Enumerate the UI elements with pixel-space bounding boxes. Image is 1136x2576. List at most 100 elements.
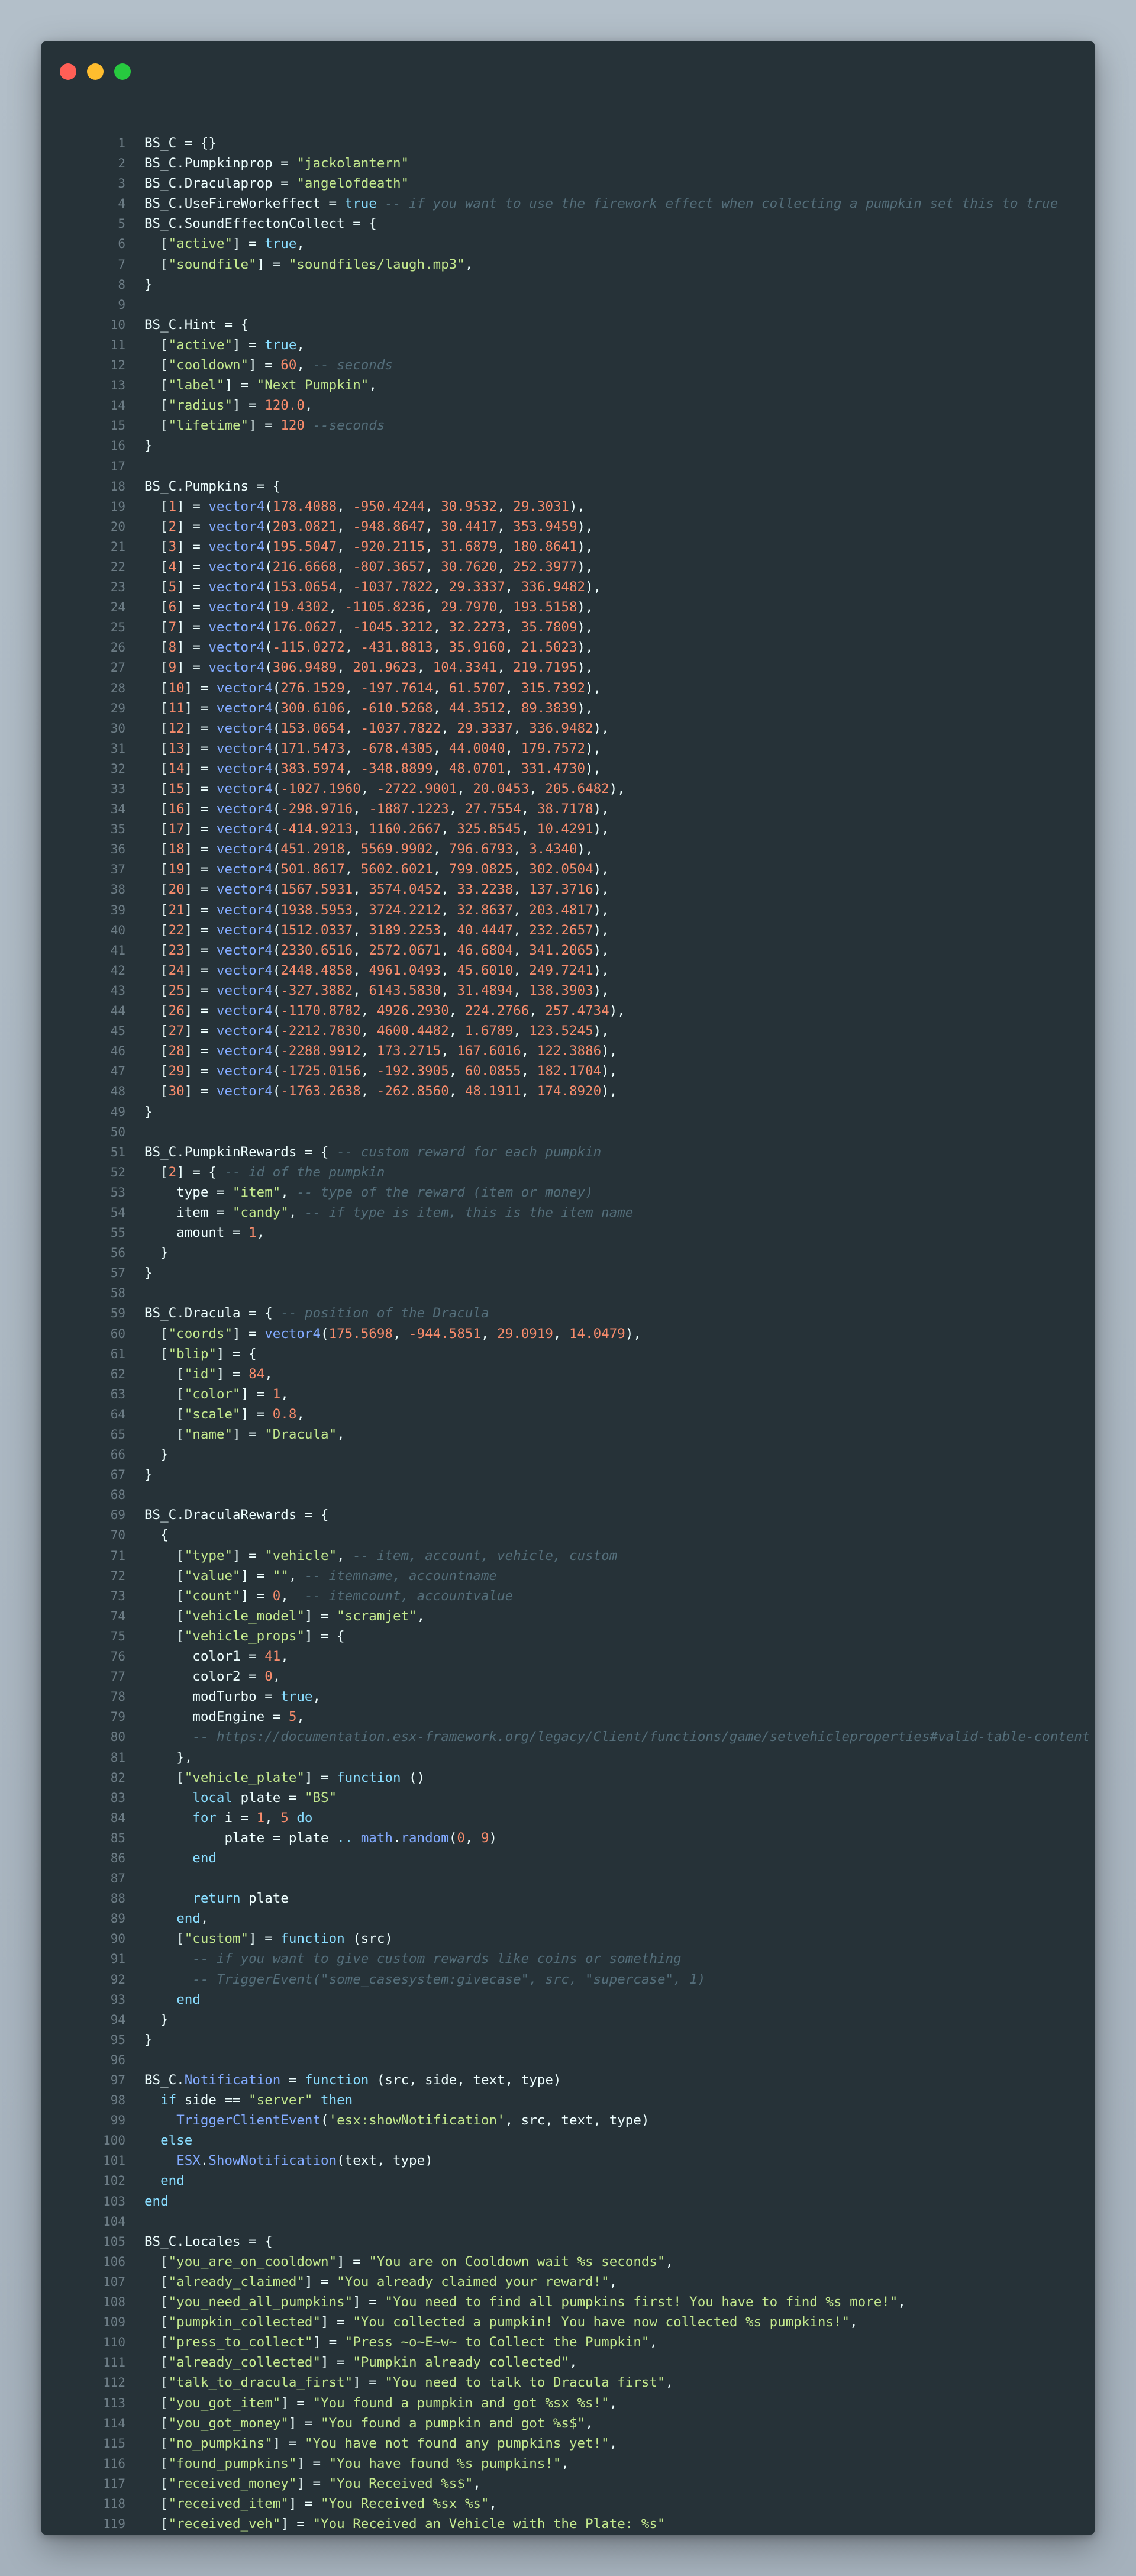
- line-number: 79: [110, 1710, 125, 1724]
- code-text: ["received_veh"] = "You Received an Vehi…: [144, 2516, 666, 2532]
- line-number: 29: [110, 701, 125, 715]
- code-text: -- if you want to give custom rewards li…: [192, 1951, 682, 1967]
- code-text: modTurbo = true,: [144, 1689, 321, 1705]
- code-line: 76 color1 = 41,: [83, 1646, 1095, 1666]
- line-number: 92: [110, 1972, 125, 1987]
- code-line: 73 ["count"] = 0, -- itemcount, accountv…: [83, 1586, 1095, 1606]
- line-number: 70: [110, 1528, 125, 1543]
- minimize-icon[interactable]: [87, 63, 104, 80]
- line-number: 90: [110, 1932, 125, 1946]
- code-line: 59 BS_C.Dracula = { -- position of the Dr…: [83, 1303, 1095, 1323]
- line-number: 112: [103, 2375, 125, 2390]
- close-icon[interactable]: [60, 63, 76, 80]
- code-line: 117 ["received_money"] = "You Received %…: [83, 2474, 1095, 2494]
- code-line: 63 ["color"] = 1,: [83, 1384, 1095, 1404]
- line-number: 57: [110, 1266, 125, 1281]
- code-text: [2] = vector4(203.0821, -948.8647, 30.44…: [144, 518, 593, 534]
- code-text: for i = 1, 5 do: [192, 1810, 313, 1826]
- line-number: 80: [110, 1730, 125, 1745]
- code-line: 42 [24] = vector4(2448.4858, 4961.0493, …: [83, 960, 1095, 981]
- code-text: item = "candy", -- if type is item, this…: [144, 1204, 634, 1220]
- code-line: 112 ["talk_to_dracula_first"] = "You nee…: [83, 2372, 1095, 2393]
- code-text: [26] = vector4(-1170.8782, 4926.2930, 22…: [144, 1003, 625, 1019]
- code-line: 109 ["pumpkin_collected"] = "You collect…: [83, 2312, 1095, 2332]
- line-number: 68: [110, 1488, 125, 1503]
- maximize-icon[interactable]: [114, 63, 131, 80]
- line-number: 104: [103, 2214, 125, 2229]
- line-number: 4: [118, 196, 125, 211]
- code-editor[interactable]: 1 BS_C = {} 2 BS_C.Pumpkinprop = "jackolant…: [83, 133, 1095, 2535]
- code-text: ["talk_to_dracula_first"] = "You need to…: [144, 2375, 674, 2391]
- line-number: 64: [110, 1407, 125, 1421]
- code-line: 19 [1] = vector4(178.4088, -950.4244, 30…: [83, 496, 1095, 517]
- line-number: 40: [110, 923, 125, 937]
- line-number: 32: [110, 761, 125, 776]
- code-text: end,: [176, 1911, 209, 1927]
- line-number: 117: [103, 2476, 125, 2491]
- line-number: 81: [110, 1750, 125, 1765]
- code-line: 18 BS_C.Pumpkins = {: [83, 476, 1095, 496]
- line-number: 43: [110, 983, 125, 998]
- code-text: ["cooldown"] = 60, -- seconds: [144, 357, 393, 373]
- code-line: 77 color2 = 0,: [83, 1666, 1095, 1687]
- code-text: ["pumpkin_collected"] = "You collected a…: [144, 2314, 858, 2330]
- line-number: 27: [110, 660, 125, 675]
- line-number: 49: [110, 1104, 125, 1119]
- code-line: 92 -- TriggerEvent("some_casesystem:give…: [83, 1969, 1095, 1990]
- line-number: 60: [110, 1326, 125, 1341]
- code-text: ["no_pumpkins"] = "You have not found an…: [144, 2435, 618, 2451]
- line-number: 34: [110, 802, 125, 817]
- code-text: BS_C.Pumpkins = {: [144, 478, 281, 494]
- line-number: 22: [110, 559, 125, 574]
- code-line: 116 ["found_pumpkins"] = "You have found…: [83, 2454, 1095, 2474]
- code-text: [23] = vector4(2330.6516, 2572.0671, 46.…: [144, 942, 609, 958]
- code-line: 97 BS_C.Notification = function (src, sid…: [83, 2070, 1095, 2090]
- code-line: 68: [83, 1485, 1095, 1505]
- code-line: 29 [11] = vector4(300.6106, -610.5268, 4…: [83, 698, 1095, 718]
- code-line: 66 }: [83, 1445, 1095, 1465]
- code-text: }: [144, 1104, 153, 1120]
- code-text: }: [144, 438, 153, 454]
- code-line: 118 ["received_item"] = "You Received %s…: [83, 2494, 1095, 2514]
- code-line: 14 ["radius"] = 120.0,: [83, 395, 1095, 415]
- line-number: 18: [110, 479, 125, 494]
- line-number: 5: [118, 217, 125, 231]
- code-text: [7] = vector4(176.0627, -1045.3212, 32.2…: [144, 620, 593, 636]
- line-number: 59: [110, 1306, 125, 1321]
- line-number: 71: [110, 1548, 125, 1563]
- line-number: 109: [103, 2315, 125, 2330]
- line-number: 41: [110, 943, 125, 957]
- code-line: 8}: [83, 275, 1095, 295]
- code-line: 16}: [83, 436, 1095, 456]
- code-text: [19] = vector4(501.8617, 5602.6021, 799.…: [144, 862, 609, 878]
- code-line: 56 }: [83, 1243, 1095, 1263]
- line-number: 115: [103, 2436, 125, 2451]
- code-line: 32 [14] = vector4(383.5974, -348.8899, 4…: [83, 759, 1095, 779]
- code-line: 54 item = "candy", -- if type is item, t…: [83, 1202, 1095, 1223]
- code-line: 94 }: [83, 2010, 1095, 2030]
- line-number: 11: [110, 337, 125, 352]
- line-number: 54: [110, 1205, 125, 1220]
- line-number: 65: [110, 1427, 125, 1442]
- code-line: 51 BS_C.PumpkinRewards = { -- custom rewa…: [83, 1142, 1095, 1162]
- code-line: 44 [26] = vector4(-1170.8782, 4926.2930,…: [83, 1001, 1095, 1021]
- code-text: }: [144, 2534, 153, 2535]
- code-line: 101 ESX.ShowNotification(text, type): [83, 2151, 1095, 2171]
- code-line: 41 [23] = vector4(2330.6516, 2572.0671, …: [83, 940, 1095, 960]
- code-line: 36 [18] = vector4(451.2918, 5569.9902, 7…: [83, 839, 1095, 859]
- code-line: 69 BS_C.DraculaRewards = {: [83, 1505, 1095, 1525]
- code-line: 105 BS_C.Locales = {: [83, 2232, 1095, 2252]
- code-text: BS_C.DraculaRewards = {: [144, 1507, 329, 1523]
- line-number: 106: [103, 2254, 125, 2269]
- code-text: modEngine = 5,: [144, 1709, 305, 1725]
- line-number: 93: [110, 1992, 125, 2007]
- code-line: 98 if side == "server" then: [83, 2090, 1095, 2110]
- line-number: 72: [110, 1568, 125, 1583]
- line-number: 9: [118, 297, 125, 312]
- line-number: 83: [110, 1790, 125, 1805]
- code-line: 12 ["cooldown"] = 60, -- seconds: [83, 355, 1095, 375]
- code-line: 57}: [83, 1263, 1095, 1283]
- code-text: [1] = vector4(178.4088, -950.4244, 30.95…: [144, 498, 586, 514]
- code-text: [3] = vector4(195.5047, -920.2115, 31.68…: [144, 539, 593, 554]
- code-text: ["vehicle_plate"] = function (): [144, 1769, 425, 1785]
